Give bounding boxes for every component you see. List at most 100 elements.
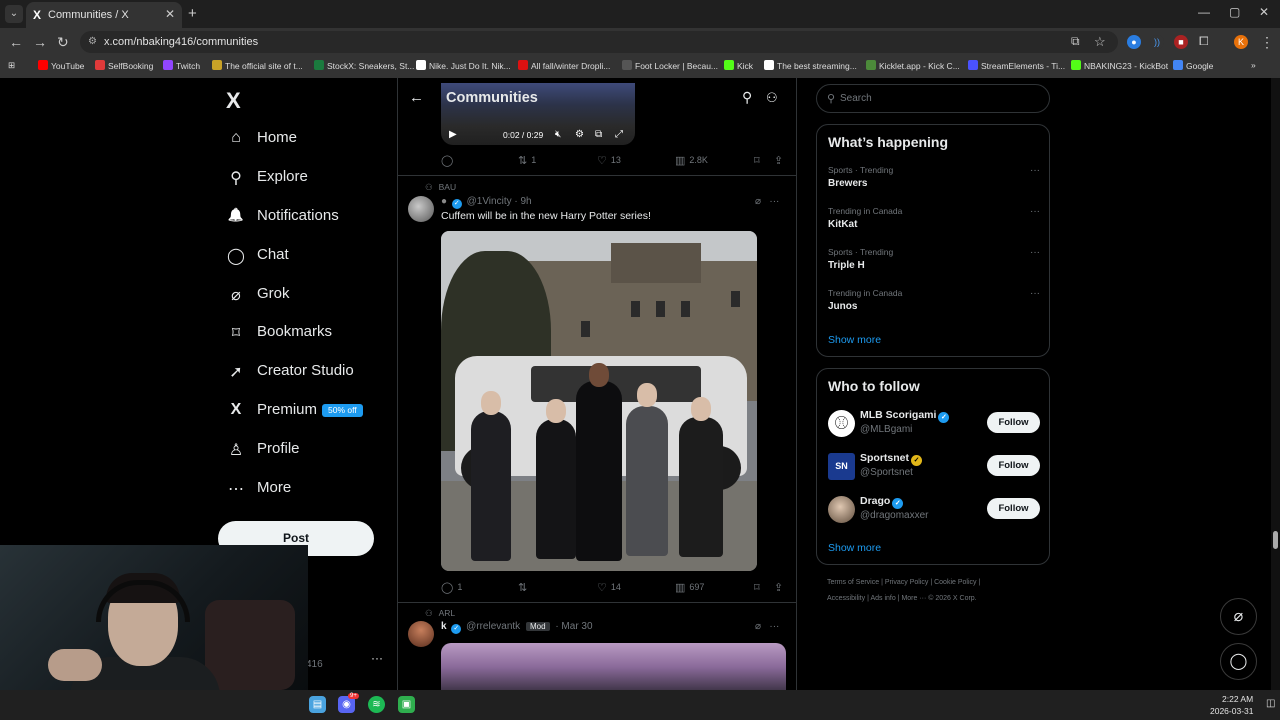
show-more-link[interactable]: Show more bbox=[828, 542, 881, 554]
search-icon[interactable]: ⚲ bbox=[742, 89, 752, 106]
spotify-icon[interactable]: ≋ bbox=[368, 696, 385, 713]
footer-links[interactable]: Accessibility | Ads info | More ··· © 20… bbox=[827, 595, 977, 602]
minimize-icon[interactable]: — bbox=[1198, 5, 1210, 19]
tweet-display-name[interactable]: k bbox=[441, 621, 447, 632]
browser-tab[interactable]: X Communities / X ✕ bbox=[26, 2, 182, 28]
scrollbar-thumb[interactable] bbox=[1273, 531, 1278, 549]
url-bar[interactable]: ⚙ x.com/nbaking416/communities bbox=[80, 31, 1118, 53]
follow-suggestion[interactable]: ⚾︎ MLB Scorigami ✓ @MLBgami Follow bbox=[828, 409, 1040, 441]
tweet-media[interactable] bbox=[441, 643, 786, 690]
install-app-icon[interactable]: ⧉ bbox=[1071, 34, 1080, 49]
views-button[interactable]: ▥ 2.8K bbox=[675, 154, 708, 167]
settings-icon[interactable]: ⚙ bbox=[575, 129, 584, 140]
reload-icon[interactable]: ↻ bbox=[57, 34, 69, 51]
avatar[interactable] bbox=[828, 496, 855, 523]
tab-search-button[interactable]: ⌄ bbox=[5, 5, 23, 23]
profile-avatar[interactable]: K bbox=[1234, 35, 1248, 49]
tab-close-icon[interactable]: ✕ bbox=[165, 7, 175, 21]
play-icon[interactable]: ▶ bbox=[449, 129, 457, 140]
more-options-icon[interactable]: ··· bbox=[769, 621, 779, 632]
reply-button[interactable]: ◯ 1 bbox=[441, 581, 462, 594]
community-tag[interactable]: ⚇ ARL bbox=[425, 608, 455, 619]
trend-item[interactable]: Sports · Trending Triple H ··· bbox=[828, 247, 1040, 277]
more-options-icon[interactable]: ··· bbox=[1030, 206, 1040, 217]
grok-float-icon[interactable]: ⌀ bbox=[1220, 598, 1257, 635]
app-icon[interactable]: ▣ bbox=[398, 696, 415, 713]
bookmark-button[interactable]: ⌑ bbox=[754, 154, 764, 167]
back-arrow-icon[interactable]: ← bbox=[409, 89, 424, 106]
extension-icon[interactable]: ● bbox=[1127, 35, 1141, 49]
clock-time[interactable]: 2:22 AM bbox=[1222, 694, 1253, 704]
clock-date[interactable]: 2026-03-31 bbox=[1210, 706, 1253, 716]
bookmark-nike[interactable]: Nike. Just Do It. Nik... bbox=[416, 60, 511, 71]
forward-icon[interactable]: → bbox=[33, 34, 47, 50]
bookmark-kick[interactable]: Kick bbox=[724, 60, 753, 71]
follow-button[interactable]: Follow bbox=[987, 498, 1040, 519]
back-icon[interactable]: ← bbox=[9, 34, 23, 50]
tweet-time[interactable]: · 9h bbox=[514, 196, 531, 207]
follow-suggestion[interactable]: Drago ✓ @dragomaxxer Follow bbox=[828, 495, 1040, 527]
extensions-puzzle-icon[interactable]: ⧠ bbox=[1199, 34, 1209, 49]
extension-wave-icon[interactable]: )) bbox=[1150, 35, 1164, 49]
bookmark-youtube[interactable]: YouTube bbox=[38, 60, 84, 71]
avatar[interactable]: SN bbox=[828, 453, 855, 480]
x-logo-icon[interactable]: X bbox=[226, 88, 241, 114]
share-button[interactable]: ⇪ bbox=[774, 154, 787, 167]
tweet-photo[interactable] bbox=[441, 231, 757, 571]
pip-icon[interactable]: ⧉ bbox=[595, 129, 602, 140]
maximize-icon[interactable]: ▢ bbox=[1229, 5, 1240, 19]
views-button[interactable]: ▥ 697 bbox=[675, 581, 704, 594]
footer-links[interactable]: Terms of Service | Privacy Policy | Cook… bbox=[827, 579, 980, 586]
search-input[interactable]: ⚲ Search bbox=[816, 84, 1050, 113]
bookmark-streaming[interactable]: The best streaming... bbox=[764, 60, 857, 71]
grok-icon[interactable]: ⌀ bbox=[755, 621, 761, 632]
new-tab-icon[interactable]: + bbox=[188, 5, 197, 22]
trend-item[interactable]: Trending in Canada KitKat ··· bbox=[828, 206, 1040, 236]
follow-button[interactable]: Follow bbox=[987, 455, 1040, 476]
more-options-icon[interactable]: ··· bbox=[769, 196, 779, 207]
grok-icon[interactable]: ⌀ bbox=[755, 196, 761, 207]
tweet-handle[interactable]: @1Vincity bbox=[467, 196, 512, 207]
bookmark-stockx[interactable]: StockX: Sneakers, St... bbox=[314, 60, 414, 71]
page-scrollbar[interactable] bbox=[1271, 78, 1280, 690]
bookmark-kickbot[interactable]: NBAKING23 - KickBot bbox=[1071, 60, 1168, 71]
more-options-icon[interactable]: ··· bbox=[1030, 165, 1040, 176]
repost-button[interactable]: ⇅ 1 bbox=[518, 154, 536, 167]
trend-item[interactable]: Trending in Canada Junos ··· bbox=[828, 288, 1040, 318]
account-menu-icon[interactable]: ··· bbox=[371, 651, 383, 665]
browser-menu-icon[interactable]: ⋮ bbox=[1260, 34, 1274, 51]
bookmark-google[interactable]: Google bbox=[1173, 60, 1213, 71]
bookmark-selfbooking[interactable]: SelfBooking bbox=[95, 60, 153, 71]
communities-icon[interactable]: ⚇ bbox=[766, 90, 778, 106]
fullscreen-icon[interactable]: ⤢ bbox=[615, 129, 623, 140]
more-options-icon[interactable]: ··· bbox=[1030, 288, 1040, 299]
messages-float-icon[interactable]: ◯ bbox=[1220, 643, 1257, 680]
avatar[interactable] bbox=[408, 196, 434, 222]
extension-red-icon[interactable]: ■ bbox=[1174, 35, 1188, 49]
follow-suggestion[interactable]: SN Sportsnet ✓ @Sportsnet Follow bbox=[828, 452, 1040, 484]
bookmark-fall-winter[interactable]: All fall/winter Dropli... bbox=[518, 60, 610, 71]
show-more-link[interactable]: Show more bbox=[828, 334, 881, 346]
bookmark-twitch[interactable]: Twitch bbox=[163, 60, 200, 71]
window-close-icon[interactable]: ✕ bbox=[1259, 5, 1269, 19]
file-explorer-icon[interactable]: ▤ bbox=[309, 696, 326, 713]
avatar[interactable] bbox=[408, 621, 434, 647]
notification-center-icon[interactable]: ◫ bbox=[1266, 698, 1275, 709]
bookmark-official-site[interactable]: The official site of t... bbox=[212, 60, 303, 71]
trend-item[interactable]: Sports · Trending Brewers ··· bbox=[828, 165, 1040, 195]
like-button[interactable]: ♡ 14 bbox=[597, 581, 621, 594]
more-options-icon[interactable]: ··· bbox=[1030, 247, 1040, 258]
bookmark-foot-locker[interactable]: Foot Locker | Becau... bbox=[622, 60, 718, 71]
mute-icon[interactable]: 🔇︎ bbox=[555, 129, 561, 140]
avatar[interactable]: ⚾︎ bbox=[828, 410, 855, 437]
repost-button[interactable]: ⇅ bbox=[518, 581, 531, 594]
apps-grid-icon[interactable]: ⊞ bbox=[8, 60, 15, 71]
follow-button[interactable]: Follow bbox=[987, 412, 1040, 433]
bookmark-star-icon[interactable]: ☆ bbox=[1094, 34, 1106, 50]
tweet-handle[interactable]: @rrelevantk bbox=[466, 621, 520, 632]
bookmark-kicklet[interactable]: Kicklet.app - Kick C... bbox=[866, 60, 960, 71]
reply-button[interactable]: ◯ bbox=[441, 154, 457, 167]
share-button[interactable]: ⇪ bbox=[774, 581, 787, 594]
like-button[interactable]: ♡ 13 bbox=[597, 154, 621, 167]
account-handle-partial[interactable]: 416 bbox=[306, 659, 323, 670]
